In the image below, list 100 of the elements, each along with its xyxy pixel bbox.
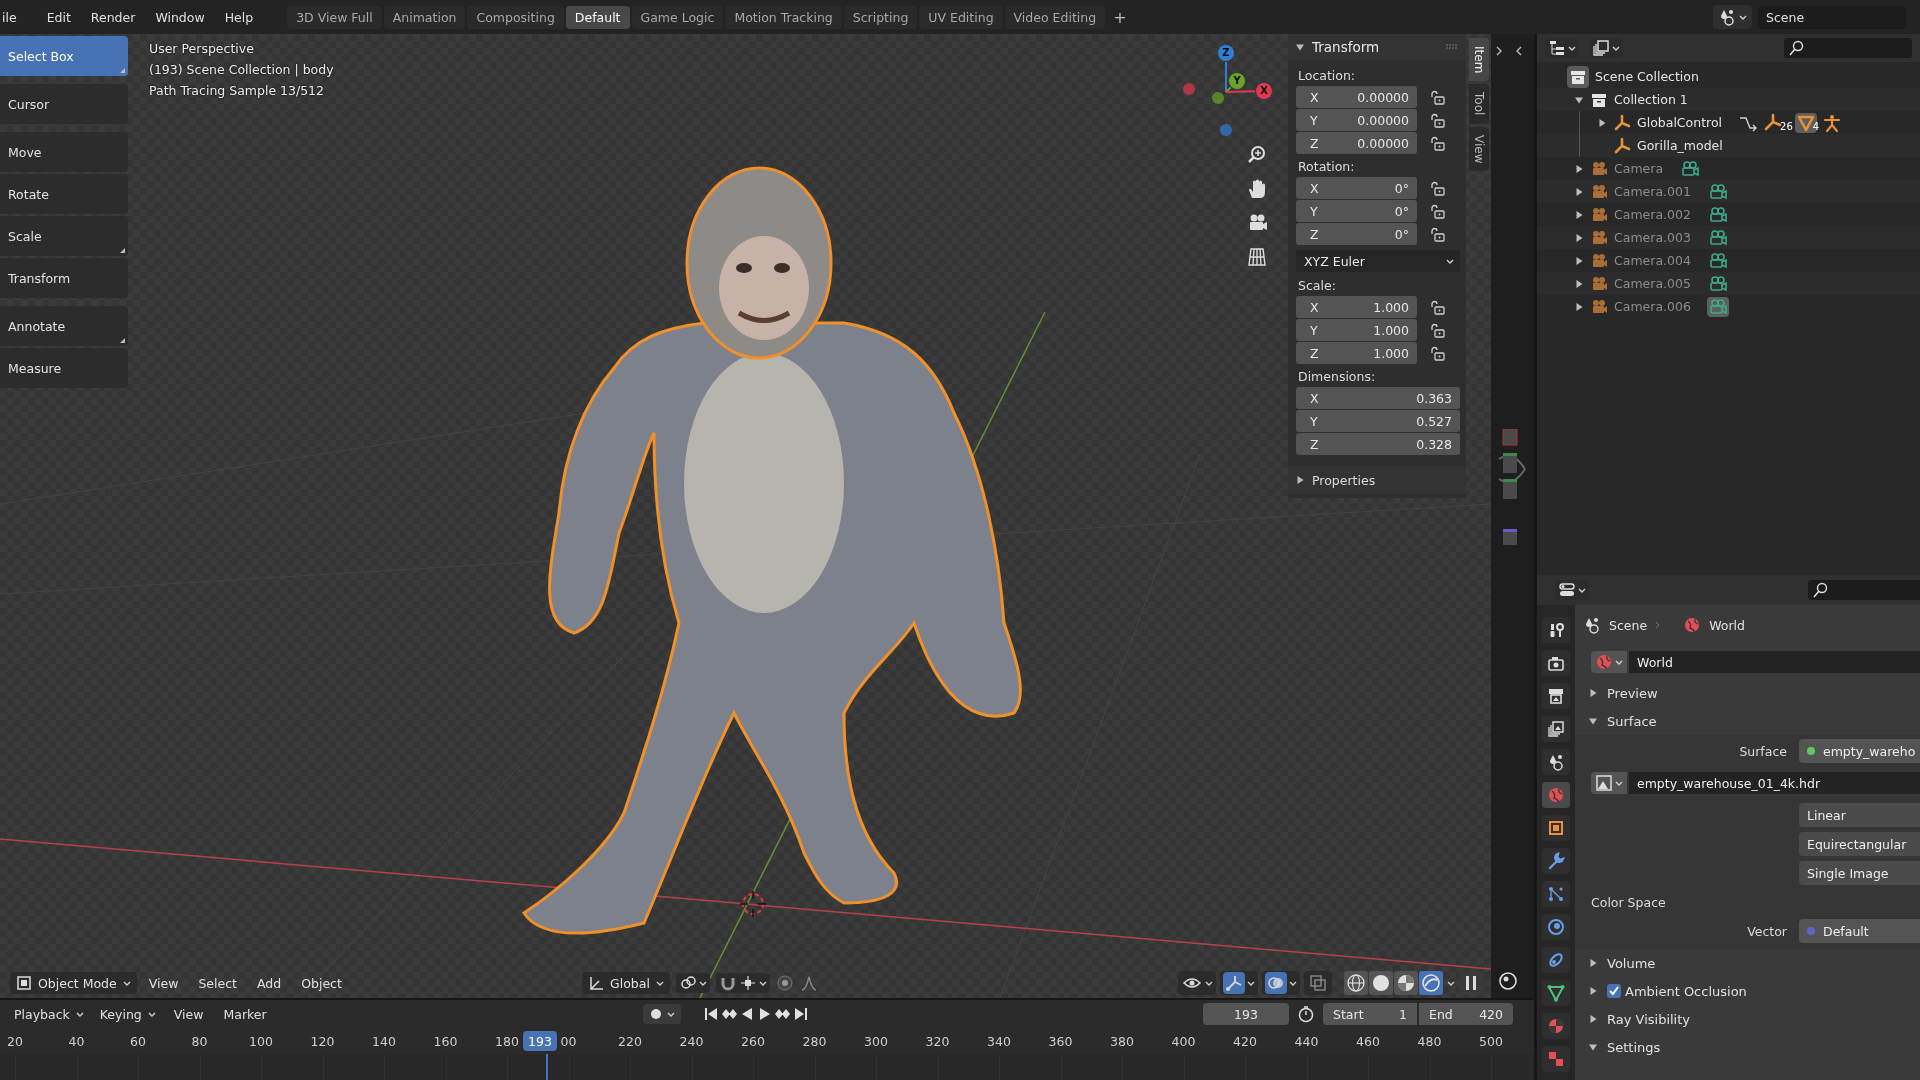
world-globe-icon[interactable]	[1547, 786, 1565, 804]
search-field[interactable]	[1808, 580, 1920, 600]
number-field[interactable]: X 0.00000	[1296, 86, 1417, 108]
display-mode-button[interactable]	[1545, 38, 1579, 58]
mode-dropdown[interactable]: Object Mode	[10, 972, 137, 994]
negative-axis-handle[interactable]	[1183, 83, 1195, 95]
panel-title[interactable]: Ambient Occlusion	[1625, 983, 1747, 999]
disclosure-triangle-icon[interactable]	[1589, 959, 1597, 967]
disclosure-triangle-icon[interactable]	[1589, 1015, 1597, 1023]
number-field[interactable]: Z 0.328	[1296, 433, 1460, 455]
number-field[interactable]: Y 0.527	[1296, 410, 1460, 432]
material-sphere-icon[interactable]	[1547, 1017, 1565, 1035]
grid-icon[interactable]	[1246, 246, 1268, 268]
workspace-tab[interactable]: Video Editing	[1004, 5, 1106, 29]
properties-tab[interactable]	[1542, 617, 1570, 643]
menu-item[interactable]: Render	[80, 5, 146, 29]
properties-tab[interactable]	[1542, 914, 1570, 940]
unlocked-padlock-icon[interactable]	[1429, 112, 1446, 129]
scene-drops-icon[interactable]	[1547, 753, 1565, 771]
menu-item[interactable]: Object	[293, 972, 350, 994]
mesh-data-icon[interactable]	[1547, 984, 1565, 1002]
menu-item[interactable]: Select	[190, 972, 245, 994]
render-camera-icon[interactable]	[1547, 654, 1565, 672]
panel-title[interactable]: Volume	[1607, 955, 1656, 971]
panel-title[interactable]: Preview	[1607, 685, 1658, 701]
workspace-tab[interactable]: Game Logic	[631, 5, 724, 29]
particles-icon[interactable]	[1547, 885, 1565, 903]
properties-tab[interactable]	[1542, 815, 1570, 841]
panel-title[interactable]: Ray Visibility	[1607, 1011, 1691, 1027]
playhead-frame[interactable]: 193	[522, 1031, 557, 1051]
world-globe-icon[interactable]	[1683, 616, 1702, 634]
number-field[interactable]: Z 1.000	[1296, 342, 1417, 364]
gizmo-arrows-icon[interactable]	[1223, 972, 1245, 994]
scene-drops-icon[interactable]	[1718, 8, 1736, 26]
printer-icon[interactable]	[1547, 687, 1565, 705]
unlocked-padlock-icon[interactable]	[1429, 180, 1446, 197]
number-field[interactable]: X 0.363	[1296, 387, 1460, 409]
tool-button[interactable]: Rotate	[0, 174, 128, 214]
outliner-item-label[interactable]: Camera.006	[1614, 299, 1691, 314]
socket-field[interactable]: Default	[1799, 919, 1920, 943]
start-frame-field[interactable]: Start 1	[1323, 1003, 1417, 1025]
properties-tab[interactable]	[1542, 650, 1570, 676]
texture-checker-icon[interactable]	[1547, 1050, 1565, 1068]
image-browse-button[interactable]	[1591, 772, 1627, 794]
wrench-icon[interactable]	[1547, 852, 1565, 870]
disclosure-triangle-icon[interactable]	[1589, 717, 1597, 725]
end-frame-field[interactable]: End 420	[1419, 1003, 1513, 1025]
panel-title[interactable]: Settings	[1607, 1039, 1661, 1055]
sidebar-tab[interactable]: View	[1469, 126, 1489, 172]
menu-item[interactable]: Marker	[215, 1003, 275, 1025]
outliner-item-label[interactable]: Camera	[1614, 161, 1664, 176]
dropdown-field[interactable]: Equirectangular	[1799, 832, 1920, 856]
dropdown-field[interactable]: Linear	[1799, 803, 1920, 827]
tool-button[interactable]: Scale	[0, 216, 128, 256]
jump-to-start-icon[interactable]	[703, 1006, 719, 1022]
armature-icon[interactable]	[1613, 136, 1631, 155]
current-frame-field[interactable]: 193	[1203, 1003, 1289, 1025]
unlocked-padlock-icon[interactable]	[1429, 345, 1446, 362]
overlays-circles-icon[interactable]	[1265, 972, 1287, 994]
disclosure-triangle-icon[interactable]	[1575, 256, 1583, 265]
unlocked-padlock-icon[interactable]	[1429, 89, 1446, 106]
checkbox[interactable]	[1607, 984, 1621, 998]
disclosure-triangle-icon[interactable]	[1589, 987, 1597, 995]
proportional-edit-icon[interactable]	[775, 974, 794, 992]
menu-item[interactable]: Add	[249, 972, 290, 994]
expand-chevron-icon[interactable]	[1495, 46, 1503, 56]
outliner-item-label[interactable]: Camera.001	[1614, 184, 1691, 199]
outliner-item-label[interactable]: Camera.003	[1614, 230, 1691, 245]
workspace-tab[interactable]: Motion Tracking	[725, 5, 842, 29]
camera-data-icon[interactable]	[1679, 158, 1702, 179]
auto-keying-button[interactable]	[643, 1004, 681, 1024]
axis-handle[interactable]: X	[1256, 83, 1272, 99]
outliner-item-label[interactable]: Camera.002	[1614, 207, 1691, 222]
unlocked-padlock-icon[interactable]	[1429, 203, 1446, 220]
number-field[interactable]: Y 1.000	[1296, 319, 1417, 341]
tool-button[interactable]: Cursor	[0, 84, 128, 124]
negative-axis-handle[interactable]	[1212, 92, 1224, 104]
menu-item[interactable]: ile	[0, 5, 27, 29]
rotation-mode-dropdown[interactable]: XYZ Euler	[1296, 250, 1460, 272]
disclosure-triangle-icon[interactable]	[1575, 95, 1583, 104]
world-browse-button[interactable]	[1591, 651, 1627, 673]
camera-data-icon[interactable]	[1706, 296, 1729, 317]
armature-icon[interactable]	[1613, 113, 1631, 132]
image-stack-icon[interactable]	[1547, 720, 1565, 738]
outliner-row[interactable]: Collection 1	[1537, 88, 1920, 111]
menu-item[interactable]: Help	[214, 5, 264, 29]
wireframe-sphere-icon[interactable]	[1344, 971, 1368, 995]
search-field[interactable]	[1784, 38, 1912, 58]
tool-button[interactable]: Transform	[0, 258, 128, 298]
properties-tab[interactable]	[1542, 881, 1570, 907]
hand-icon[interactable]	[1246, 178, 1268, 200]
number-field[interactable]: X 0°	[1296, 177, 1417, 199]
world-name-field[interactable]: World	[1629, 651, 1920, 673]
disclosure-triangle-icon[interactable]	[1575, 210, 1583, 219]
collection-box-icon[interactable]	[1567, 65, 1589, 88]
outliner-item-label[interactable]: Gorilla_model	[1637, 138, 1723, 153]
mesh-triangle-icon[interactable]	[1794, 112, 1817, 133]
disclosure-triangle-icon[interactable]	[1598, 118, 1606, 127]
axis-handle[interactable]: Y	[1229, 73, 1245, 89]
outliner-item-label[interactable]: Camera.004	[1614, 253, 1691, 268]
